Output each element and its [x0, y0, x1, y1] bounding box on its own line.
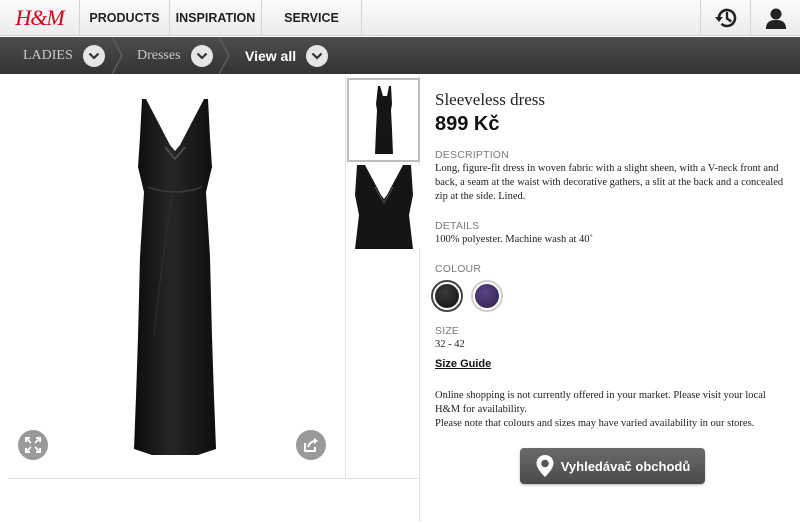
product-info: Sleeveless dress 899 Kč DESCRIPTION Long… — [431, 90, 785, 484]
breadcrumb-view-all[interactable]: View all — [245, 37, 329, 74]
store-finder-button[interactable]: Vyhledávač obchodů — [520, 448, 705, 484]
divider — [8, 478, 420, 479]
top-bar: H&M PRODUCTS INSPIRATION SERVICE — [0, 0, 800, 36]
availability-notice-line-1: Online shopping is not currently offered… — [435, 390, 766, 415]
product-name: Sleeveless dress — [435, 90, 546, 109]
location-pin-icon — [536, 455, 554, 477]
colour-swatch-black[interactable] — [431, 280, 463, 312]
hm-logo[interactable]: H&M — [0, 0, 80, 36]
store-finder-label: Vyhledávač obchodů — [560, 458, 691, 474]
dress-detail-thumbnail-image — [355, 165, 413, 249]
availability-notice-line-2: Please note that colours and sizes may h… — [435, 418, 755, 429]
product-main-image[interactable] — [0, 75, 345, 478]
details-label: DETAILS — [435, 220, 480, 232]
description-text: Long, figure-fit dress in woven fabric w… — [435, 163, 784, 202]
breadcrumb: LADIES Dresses View all — [0, 37, 800, 74]
thumbnail-strip — [345, 75, 420, 478]
thumbnail-dress-detail[interactable] — [347, 165, 420, 249]
account-button[interactable] — [750, 0, 800, 36]
swatch-fill — [475, 284, 499, 308]
availability-notice: Online shopping is not currently offered… — [435, 389, 785, 431]
nav-inspiration[interactable]: INSPIRATION — [170, 0, 262, 36]
history-button[interactable] — [700, 0, 750, 36]
account-icon — [765, 8, 786, 29]
breadcrumb-ladies[interactable]: LADIES — [23, 37, 105, 74]
size-label: SIZE — [435, 325, 460, 337]
chevron-down-icon[interactable] — [306, 44, 329, 67]
expand-button[interactable] — [18, 430, 48, 460]
swatch-fill — [435, 284, 459, 308]
share-button[interactable] — [296, 430, 326, 460]
breadcrumb-dresses-label: Dresses — [137, 47, 181, 63]
colour-swatch-purple[interactable] — [471, 280, 503, 312]
details-text: 100% polyester. Machine wash at 40˚ — [435, 234, 594, 245]
dress-thumbnail-image — [375, 86, 393, 154]
share-icon — [304, 438, 318, 452]
expand-icon — [25, 437, 41, 453]
breadcrumb-separator — [111, 37, 123, 74]
chevron-down-icon[interactable] — [82, 44, 105, 67]
divider — [419, 478, 420, 522]
size-range: 32 - 42 — [435, 339, 465, 350]
colour-label: COLOUR — [435, 263, 482, 275]
breadcrumb-ladies-label: LADIES — [23, 47, 73, 63]
breadcrumb-view-all-label: View all — [245, 47, 297, 64]
history-icon — [714, 8, 736, 28]
dress-image — [134, 99, 216, 455]
nav-service[interactable]: SERVICE — [262, 0, 362, 36]
description-label: DESCRIPTION — [435, 149, 509, 161]
thumbnail-full-dress[interactable] — [347, 78, 420, 162]
chevron-down-icon[interactable] — [190, 44, 213, 67]
breadcrumb-separator — [218, 37, 230, 74]
nav-products[interactable]: PRODUCTS — [80, 0, 170, 36]
product-price: 899 Kč — [435, 113, 500, 135]
size-guide-link[interactable]: Size Guide — [435, 358, 491, 370]
breadcrumb-dresses[interactable]: Dresses — [137, 37, 213, 74]
